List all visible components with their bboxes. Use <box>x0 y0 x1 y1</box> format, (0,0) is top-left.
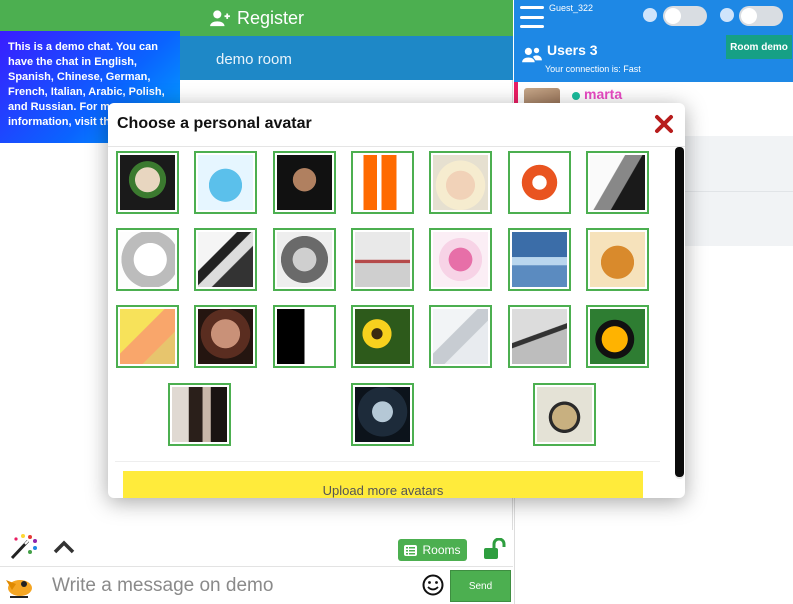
yellow-bird-icon <box>120 309 175 364</box>
avatar-option-joker[interactable] <box>116 151 179 214</box>
cartoon-duck-icon <box>590 309 645 364</box>
ubuntu-logo-icon <box>512 155 567 210</box>
avatar-option-lips-drip[interactable] <box>351 228 414 291</box>
lips-drip-icon <box>355 232 410 287</box>
vampire-woman-icon <box>355 387 410 442</box>
avatar-option-closed-eye[interactable] <box>508 305 571 368</box>
blue-cat-icon <box>198 155 253 210</box>
sleeping-face-icon <box>433 309 488 364</box>
close-icon[interactable] <box>654 114 674 134</box>
scrollbar-thumb[interactable] <box>675 147 684 477</box>
avatar-option-embracing-couple[interactable] <box>168 383 231 446</box>
smiley-icon[interactable] <box>422 574 444 596</box>
webcam-toggle[interactable] <box>739 6 783 26</box>
blue-sky-drop-icon <box>512 232 567 287</box>
marilyn-icon <box>433 155 488 210</box>
avatar-chooser-dialog: Choose a personal avatar Upload more ava… <box>108 103 685 498</box>
register-label: Register <box>236 7 305 28</box>
rooms-button[interactable]: Rooms <box>398 539 467 561</box>
dialog-title: Choose a personal avatar <box>117 115 312 132</box>
right-top-bar: Guest_322 <box>514 0 793 36</box>
divider <box>115 461 660 462</box>
avatar-option-clownfish[interactable] <box>351 151 414 214</box>
online-status-dot <box>572 92 580 100</box>
add-user-icon <box>210 10 230 27</box>
magic-wand-icon[interactable] <box>8 533 38 561</box>
chat-bubble-icon <box>643 8 657 22</box>
avatar-option-cartoon-duck[interactable] <box>586 305 649 368</box>
avatar-option-walter-white[interactable] <box>273 228 336 291</box>
avatar-option-woman-red-eyes[interactable] <box>194 305 257 368</box>
face-sketch-icon <box>590 155 645 210</box>
upload-avatars-button[interactable]: Upload more avatars <box>123 471 643 498</box>
guest-name: Guest_322 <box>549 3 594 13</box>
avatar-option-pink-lips[interactable] <box>429 228 492 291</box>
avatar-option-puppy[interactable] <box>586 228 649 291</box>
unlock-icon[interactable] <box>483 538 507 560</box>
pink-lips-icon <box>433 232 488 287</box>
divider <box>108 146 685 147</box>
sunflowers-icon <box>355 309 410 364</box>
menu-icon[interactable] <box>520 6 544 28</box>
avatar-option-marilyn[interactable] <box>429 151 492 214</box>
avatar-option-yin-yang[interactable] <box>273 305 336 368</box>
avatar-option-sunflowers[interactable] <box>351 305 414 368</box>
clownfish-icon <box>355 155 410 210</box>
private-chat-toggle[interactable] <box>663 6 707 26</box>
avatar[interactable] <box>2 570 35 602</box>
avatar-option-headphones-man[interactable] <box>533 383 596 446</box>
list-icon <box>404 544 418 556</box>
avatar-option-eye-drawing[interactable] <box>194 228 257 291</box>
avatar-option-mask-face[interactable] <box>116 228 179 291</box>
avatar-option-ubuntu-logo[interactable] <box>508 151 571 214</box>
avatar-option-man-sunglasses[interactable] <box>273 151 336 214</box>
avatar-option-face-sketch[interactable] <box>586 151 649 214</box>
mask-face-icon <box>120 232 175 287</box>
user-name: marta <box>584 86 623 102</box>
room-name: demo room <box>216 51 292 68</box>
connection-status: Your connection is: Fast <box>545 64 641 74</box>
avatar-option-sleeping-face[interactable] <box>429 305 492 368</box>
man-sunglasses-icon <box>277 155 332 210</box>
woman-red-eyes-icon <box>198 309 253 364</box>
users-count-title: Users 3 <box>547 42 598 58</box>
send-button[interactable]: Send <box>450 570 511 602</box>
eye-drawing-icon <box>198 232 253 287</box>
chat-toolbar: Rooms <box>0 530 513 566</box>
closed-eye-icon <box>512 309 567 364</box>
chevron-up-icon[interactable] <box>53 539 75 555</box>
message-bar: Send <box>0 566 513 604</box>
headphones-man-icon <box>537 387 592 442</box>
rooms-label: Rooms <box>422 543 461 557</box>
avatar-option-blue-sky-drop[interactable] <box>508 228 571 291</box>
embracing-couple-icon <box>172 387 227 442</box>
avatar-option-vampire-woman[interactable] <box>351 383 414 446</box>
joker-icon <box>120 155 175 210</box>
puppy-icon <box>590 232 645 287</box>
walter-white-icon <box>277 232 332 287</box>
room-demo-button[interactable]: Room demo <box>726 35 792 59</box>
avatar-option-blue-cat[interactable] <box>194 151 257 214</box>
avatar-option-yellow-bird[interactable] <box>116 305 179 368</box>
yin-yang-icon <box>277 309 332 364</box>
message-input[interactable] <box>42 569 414 603</box>
webcam-icon <box>720 8 734 22</box>
users-icon <box>522 47 542 63</box>
